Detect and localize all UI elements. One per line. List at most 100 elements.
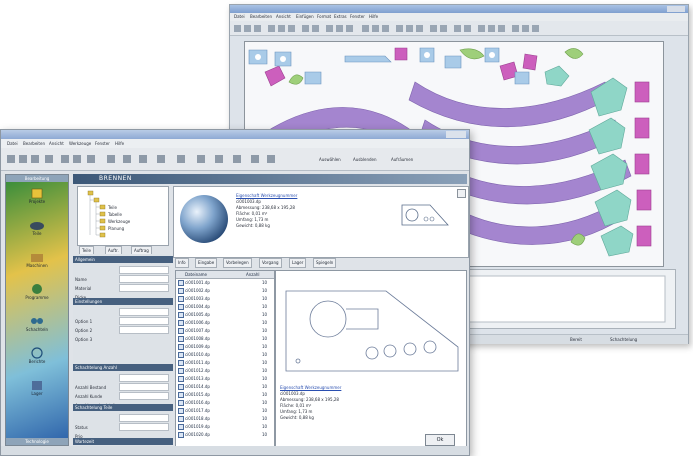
list-item[interactable]: ci001012.dp 10 [176, 367, 274, 374]
menu-fenster[interactable]: Fenster [95, 141, 110, 146]
row-checkbox[interactable] [178, 288, 184, 294]
tab-preset[interactable]: Vorbelegen [223, 258, 252, 268]
list-item[interactable]: ci001019.dp 10 [176, 423, 274, 430]
row-checkbox[interactable] [178, 432, 184, 438]
sidebar-item-projects[interactable]: Projekte [14, 187, 60, 204]
list-item[interactable]: ci001011.dp 10 [176, 359, 274, 366]
list-item[interactable]: ci001013.dp 10 [176, 375, 274, 382]
row-checkbox[interactable] [178, 320, 184, 326]
tab-input[interactable]: Eingabe [195, 258, 218, 268]
prop-value[interactable] [119, 326, 169, 334]
row-checkbox[interactable] [178, 280, 184, 286]
menu-einfuegen[interactable]: Einfügen [296, 14, 314, 19]
menu-hilfe[interactable]: Hilfe [369, 14, 378, 19]
menu-datei[interactable]: Datei [234, 14, 245, 19]
row-checkbox[interactable] [178, 296, 184, 302]
list-item[interactable]: ci001003.dp 10 [176, 295, 274, 302]
list-item[interactable]: ci001007.dp 10 [176, 327, 274, 334]
tab-mirror[interactable]: Spiegeln [313, 258, 337, 268]
section-settings[interactable]: Einstellungen [73, 298, 173, 305]
row-checkbox[interactable] [178, 360, 184, 366]
list-item[interactable]: ci001014.dp 10 [176, 383, 274, 390]
list-item[interactable]: ci001020.dp 10 [176, 431, 274, 438]
sidebar-item-parts[interactable]: Teile [14, 219, 60, 236]
tab-storage[interactable]: Lager [289, 258, 307, 268]
list-item[interactable]: ci001009.dp 10 [176, 343, 274, 350]
section-nesting-count[interactable]: Schachtelung Anzahl [73, 364, 173, 371]
sidebar-footer: Technologie [6, 438, 68, 445]
section-general[interactable]: Allgemein [73, 256, 173, 263]
prop-value[interactable] [119, 266, 169, 274]
menu-ansicht[interactable]: Ansicht [49, 141, 64, 146]
list-item[interactable]: ci001015.dp 10 [176, 391, 274, 398]
preview-info-link[interactable]: Eigenschaft Werkzeugnummer [280, 385, 341, 390]
menu-werkzeuge[interactable]: Werkzeuge [69, 141, 91, 146]
list-item[interactable]: ci001016.dp 10 [176, 399, 274, 406]
toolbar-select-button[interactable]: Auswählen [319, 157, 341, 162]
menu-bearbeiten[interactable]: Bearbeiten [23, 141, 45, 146]
row-checkbox[interactable] [178, 328, 184, 334]
menu-bearbeiten[interactable]: Bearbeiten [250, 14, 272, 19]
menu-hilfe[interactable]: Hilfe [115, 141, 124, 146]
prop-value[interactable] [119, 392, 169, 400]
list-item[interactable]: ci001004.dp 10 [176, 303, 274, 310]
status-left: Bereit [570, 337, 582, 342]
row-checkbox[interactable] [178, 408, 184, 414]
prop-value[interactable] [119, 275, 169, 283]
tab-info[interactable]: Info [175, 258, 189, 268]
window-controls[interactable] [446, 131, 466, 138]
list-item[interactable]: ci001002.dp 10 [176, 287, 274, 294]
row-checkbox[interactable] [178, 376, 184, 382]
prop-value[interactable] [119, 284, 169, 292]
ok-button[interactable]: Ok [425, 434, 455, 446]
section-nesting-parts[interactable]: Schachtelung Teile [73, 404, 173, 411]
row-checkbox[interactable] [178, 416, 184, 422]
list-item[interactable]: ci001018.dp 10 [176, 415, 274, 422]
section-waiting[interactable]: Wartezeit [73, 438, 173, 445]
row-checkbox[interactable] [178, 336, 184, 342]
row-checkbox[interactable] [178, 304, 184, 310]
list-item[interactable]: ci001010.dp 10 [176, 351, 274, 358]
part-info-link[interactable]: Eigenschaft Werkzeugnummer [236, 193, 297, 198]
sidebar-item-reports[interactable]: Berichte [14, 347, 60, 364]
close-icon[interactable] [457, 189, 466, 198]
menu-ansicht[interactable]: Ansicht [276, 14, 291, 19]
list-item[interactable]: ci001006.dp 10 [176, 319, 274, 326]
sidebar-item-programs[interactable]: Programme [14, 283, 60, 300]
column-header-qty[interactable]: Anzahl [246, 271, 259, 278]
row-checkbox[interactable] [178, 392, 184, 398]
toolbar-icons[interactable] [230, 22, 688, 36]
toolbar-icons[interactable] [1, 148, 301, 170]
row-checkbox[interactable] [178, 344, 184, 350]
toolbar-hide-button[interactable]: Ausblenden [353, 157, 377, 162]
list-item[interactable]: ci001017.dp 10 [176, 407, 274, 414]
row-checkbox[interactable] [178, 352, 184, 358]
list-item[interactable]: ci001005.dp 10 [176, 311, 274, 318]
menu-format[interactable]: Format [317, 14, 331, 19]
prop-value[interactable] [119, 308, 169, 316]
list-item[interactable]: ci001001.dp 10 [176, 279, 274, 286]
sidebar-item-storage[interactable]: Lager [14, 379, 60, 396]
sidebar-item-nesting[interactable]: Schachteln [14, 315, 60, 332]
prop-value[interactable] [119, 423, 169, 431]
row-checkbox[interactable] [178, 312, 184, 318]
prop-value[interactable] [119, 374, 169, 382]
menu-datei[interactable]: Datei [7, 141, 18, 146]
prop-value[interactable] [119, 317, 169, 325]
preview-info-line: Umfang: 1,73 m [280, 409, 313, 414]
folder-tree[interactable]: Teile Tabelle Werkzeuge Planung [77, 186, 169, 246]
row-checkbox[interactable] [178, 384, 184, 390]
menu-extras[interactable]: Extras [334, 14, 347, 19]
list-item[interactable]: ci001008.dp 10 [176, 335, 274, 342]
toolbar-cleanup-button[interactable]: Aufräumen [391, 157, 413, 162]
prop-value[interactable] [119, 414, 169, 422]
tab-process[interactable]: Vorgang [259, 258, 282, 268]
column-header-name[interactable]: Dateiname [185, 271, 207, 278]
row-checkbox[interactable] [178, 424, 184, 430]
window-controls[interactable] [667, 6, 685, 12]
prop-value[interactable] [119, 383, 169, 391]
row-checkbox[interactable] [178, 400, 184, 406]
row-checkbox[interactable] [178, 368, 184, 374]
sidebar-item-machines[interactable]: Maschinen [14, 251, 60, 268]
menu-fenster[interactable]: Fenster [350, 14, 365, 19]
